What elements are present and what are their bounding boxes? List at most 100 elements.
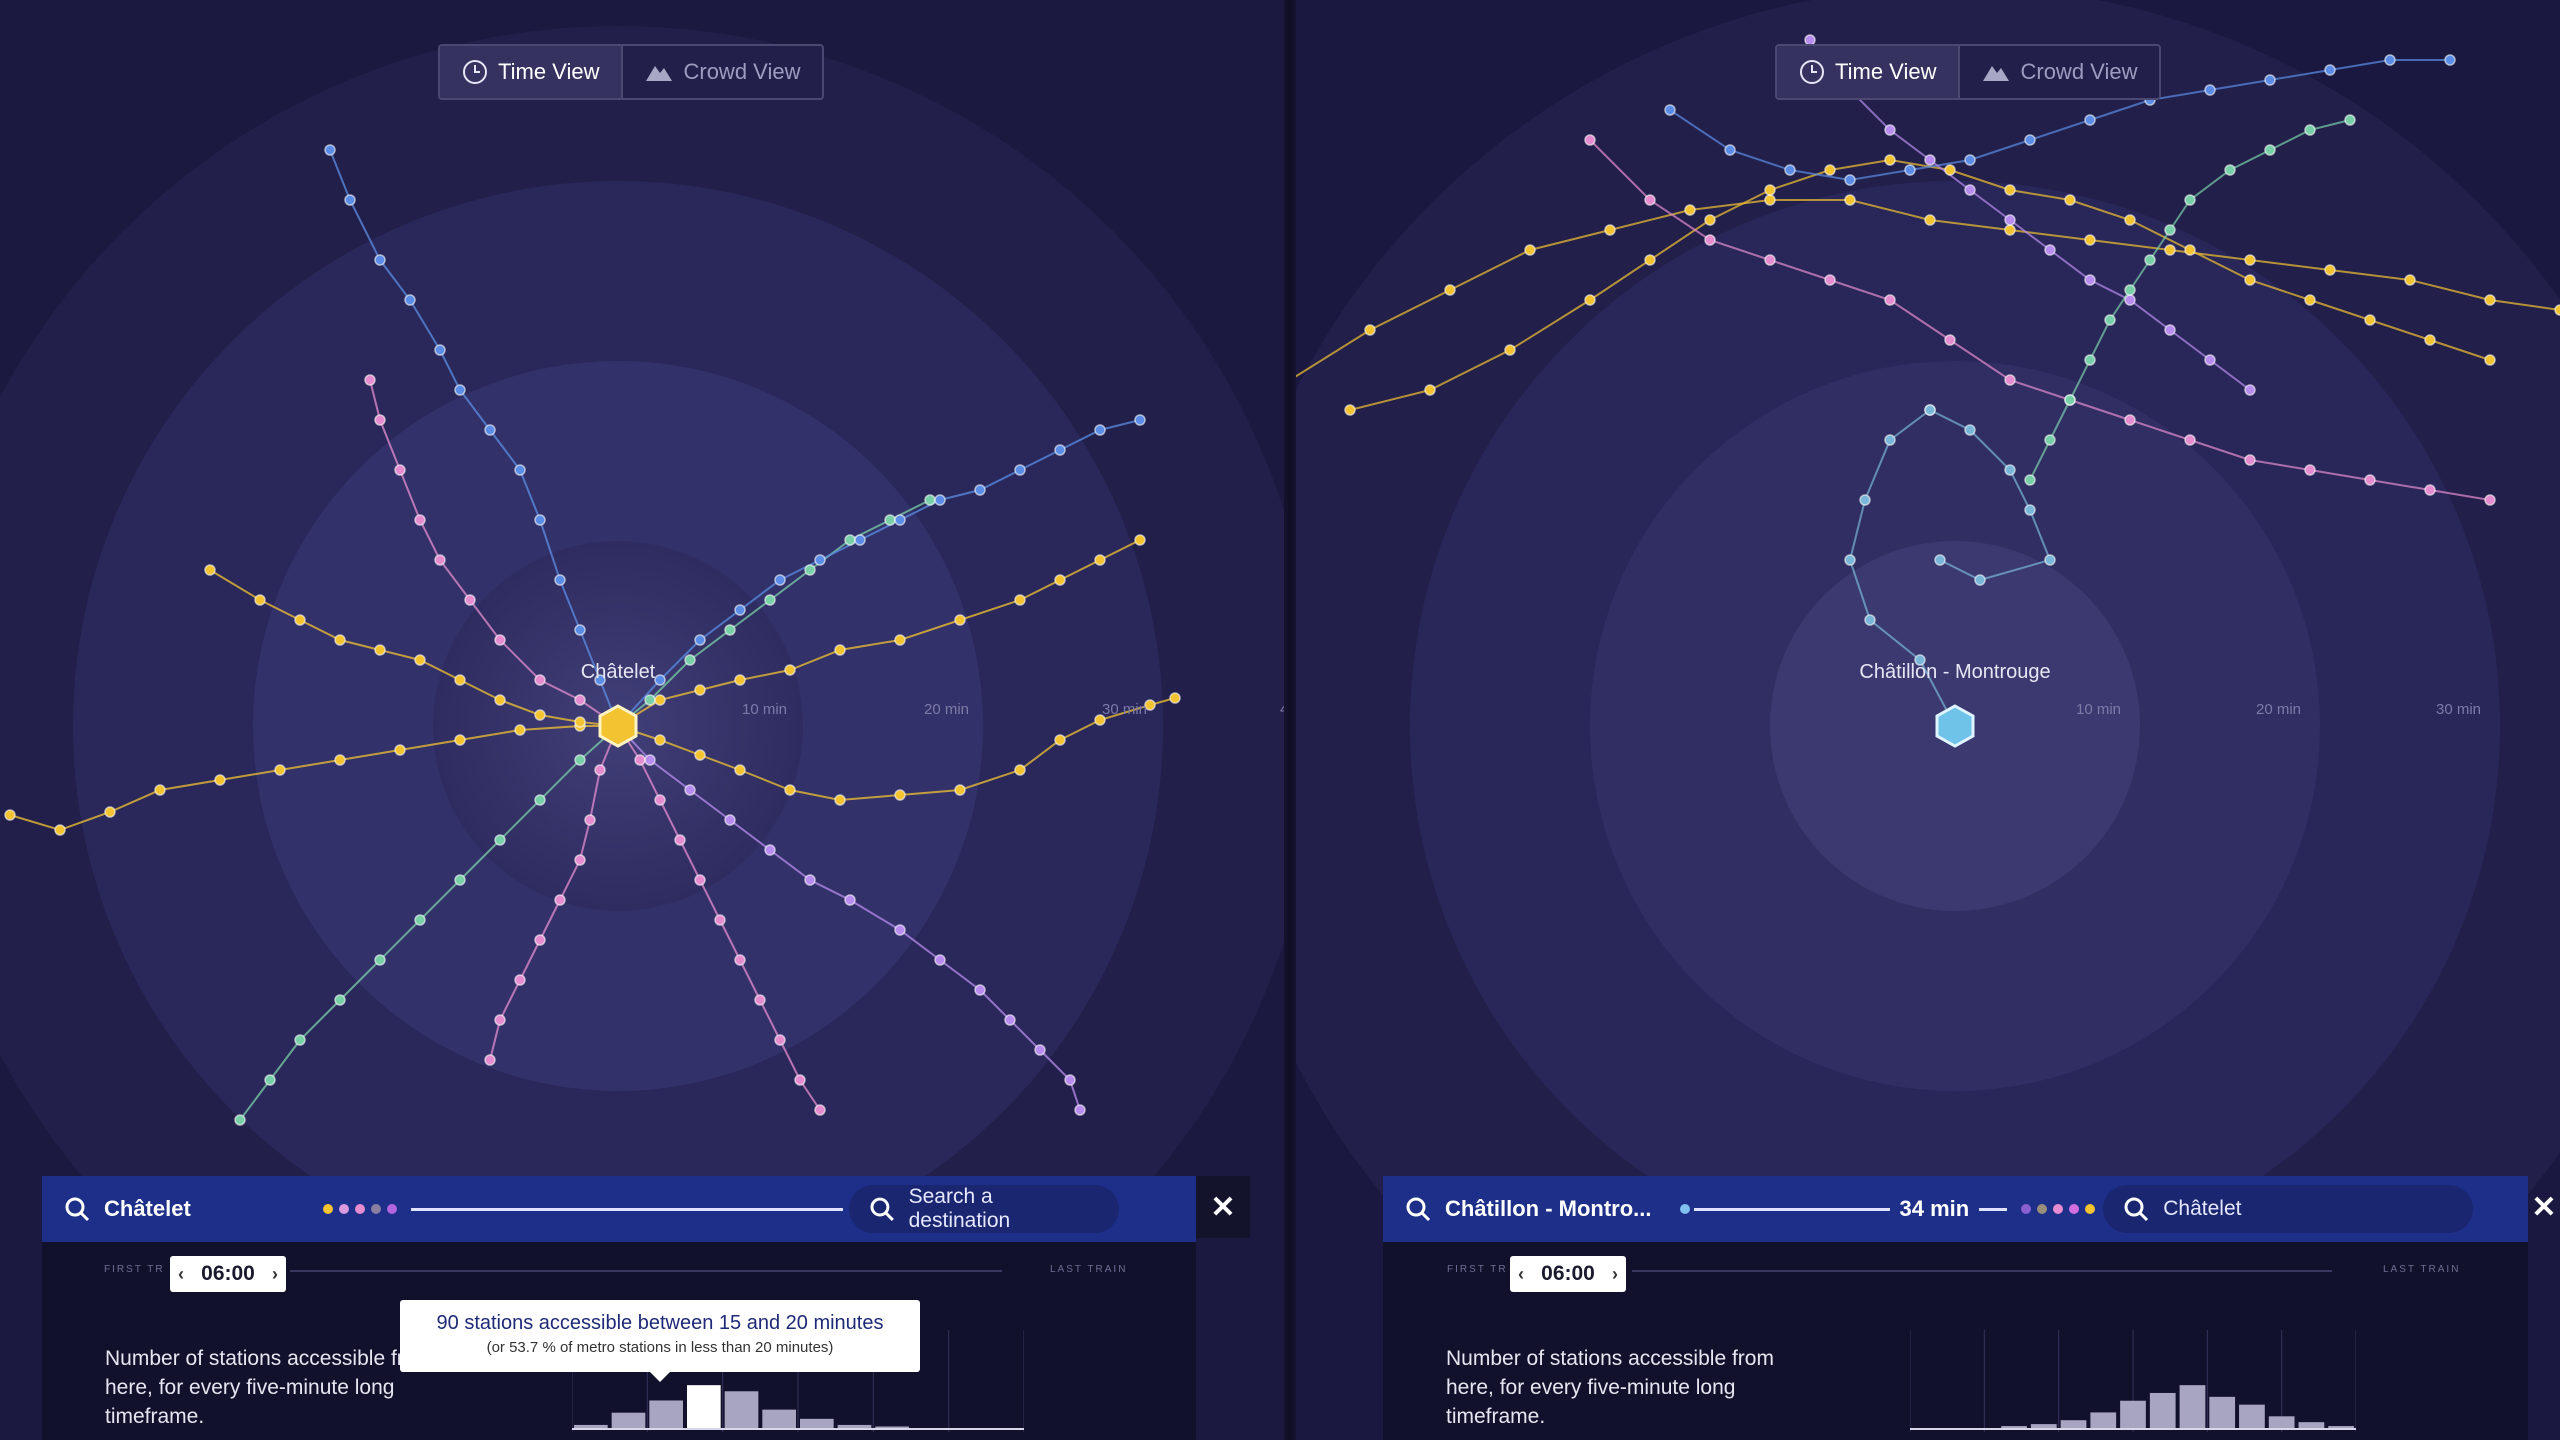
station-dot[interactable]: [294, 1034, 306, 1046]
station-dot[interactable]: [654, 794, 666, 806]
station-dot[interactable]: [334, 634, 346, 646]
station-dot[interactable]: [834, 794, 846, 806]
station-dot[interactable]: [694, 749, 706, 761]
station-dot[interactable]: [2244, 274, 2256, 286]
center-station-marker[interactable]: [1935, 704, 1975, 748]
station-dot[interactable]: [1064, 1074, 1076, 1086]
station-dot[interactable]: [414, 654, 426, 666]
station-dot[interactable]: [724, 814, 736, 826]
station-dot[interactable]: [2104, 314, 2116, 326]
station-dot[interactable]: [714, 914, 726, 926]
chevron-right-icon[interactable]: ›: [1612, 1264, 1618, 1285]
station-dot[interactable]: [494, 834, 506, 846]
time-track[interactable]: [290, 1270, 1002, 1272]
station-dot[interactable]: [414, 514, 426, 526]
station-dot[interactable]: [774, 574, 786, 586]
station-dot[interactable]: [954, 614, 966, 626]
station-dot[interactable]: [924, 494, 936, 506]
station-dot[interactable]: [494, 1014, 506, 1026]
station-dot[interactable]: [214, 774, 226, 786]
station-dot[interactable]: [2224, 164, 2236, 176]
station-dot[interactable]: [54, 824, 66, 836]
station-dot[interactable]: [674, 834, 686, 846]
station-dot[interactable]: [1904, 164, 1916, 176]
station-dot[interactable]: [2204, 354, 2216, 366]
histogram-bar[interactable]: [2179, 1385, 2206, 1428]
histogram-bar[interactable]: [574, 1424, 608, 1428]
station-dot[interactable]: [1859, 494, 1871, 506]
station-dot[interactable]: [494, 694, 506, 706]
station-dot[interactable]: [574, 694, 586, 706]
station-dot[interactable]: [2244, 384, 2256, 396]
station-dot[interactable]: [1764, 254, 1776, 266]
histogram-bar[interactable]: [2298, 1422, 2325, 1428]
station-dot[interactable]: [2264, 74, 2276, 86]
station-dot[interactable]: [2124, 414, 2136, 426]
station-dot[interactable]: [2004, 224, 2016, 236]
station-dot[interactable]: [1824, 164, 1836, 176]
station-dot[interactable]: [804, 564, 816, 576]
station-dot[interactable]: [294, 614, 306, 626]
station-dot[interactable]: [2364, 474, 2376, 486]
time-selector[interactable]: ‹ 06:00 ›: [1510, 1256, 1626, 1292]
station-dot[interactable]: [1844, 554, 1856, 566]
station-dot[interactable]: [434, 554, 446, 566]
station-dot[interactable]: [2324, 264, 2336, 276]
station-dot[interactable]: [2164, 224, 2176, 236]
station-dot[interactable]: [894, 789, 906, 801]
station-dot[interactable]: [394, 464, 406, 476]
station-dot[interactable]: [1934, 554, 1946, 566]
station-dot[interactable]: [534, 709, 546, 721]
station-dot[interactable]: [2164, 244, 2176, 256]
station-dot[interactable]: [2044, 244, 2056, 256]
station-dot[interactable]: [1344, 404, 1356, 416]
station-dot[interactable]: [1704, 234, 1716, 246]
station-dot[interactable]: [434, 344, 446, 356]
destination-field[interactable]: Châtelet: [2103, 1185, 2474, 1233]
station-dot[interactable]: [654, 694, 666, 706]
center-station-marker[interactable]: [598, 704, 638, 748]
station-dot[interactable]: [764, 594, 776, 606]
station-dot[interactable]: [2064, 194, 2076, 206]
station-dot[interactable]: [2184, 434, 2196, 446]
station-dot[interactable]: [414, 914, 426, 926]
station-dot[interactable]: [734, 674, 746, 686]
station-dot[interactable]: [1764, 194, 1776, 206]
station-dot[interactable]: [254, 594, 266, 606]
station-dot[interactable]: [2004, 214, 2016, 226]
time-track[interactable]: [1632, 1270, 2332, 1272]
station-dot[interactable]: [654, 734, 666, 746]
station-dot[interactable]: [794, 1074, 806, 1086]
station-dot[interactable]: [454, 874, 466, 886]
station-dot[interactable]: [2084, 234, 2096, 246]
station-dot[interactable]: [514, 974, 526, 986]
station-dot[interactable]: [514, 724, 526, 736]
histogram-bar[interactable]: [2328, 1426, 2354, 1428]
station-dot[interactable]: [374, 644, 386, 656]
station-dot[interactable]: [2184, 244, 2196, 256]
station-dot[interactable]: [1364, 324, 1376, 336]
station-dot[interactable]: [2484, 494, 2496, 506]
station-dot[interactable]: [1034, 1044, 1046, 1056]
station-dot[interactable]: [2124, 284, 2136, 296]
station-dot[interactable]: [1424, 384, 1436, 396]
station-dot[interactable]: [894, 634, 906, 646]
station-dot[interactable]: [2554, 304, 2560, 316]
station-dot[interactable]: [1704, 214, 1716, 226]
station-dot[interactable]: [2324, 64, 2336, 76]
station-dot[interactable]: [2304, 294, 2316, 306]
crowd-view-button[interactable]: Crowd View: [1958, 46, 2159, 98]
station-dot[interactable]: [514, 464, 526, 476]
histogram-bar[interactable]: [837, 1424, 872, 1428]
origin-field[interactable]: Châtillon - Montro...: [1383, 1196, 1674, 1222]
station-dot[interactable]: [1134, 414, 1146, 426]
station-dot[interactable]: [1964, 154, 1976, 166]
histogram-bar[interactable]: [2268, 1416, 2295, 1428]
station-dot[interactable]: [1014, 594, 1026, 606]
station-dot[interactable]: [1964, 184, 1976, 196]
station-dot[interactable]: [1584, 294, 1596, 306]
station-dot[interactable]: [2064, 394, 2076, 406]
station-dot[interactable]: [2144, 254, 2156, 266]
histogram-bar[interactable]: [875, 1426, 909, 1428]
station-dot[interactable]: [974, 984, 986, 996]
